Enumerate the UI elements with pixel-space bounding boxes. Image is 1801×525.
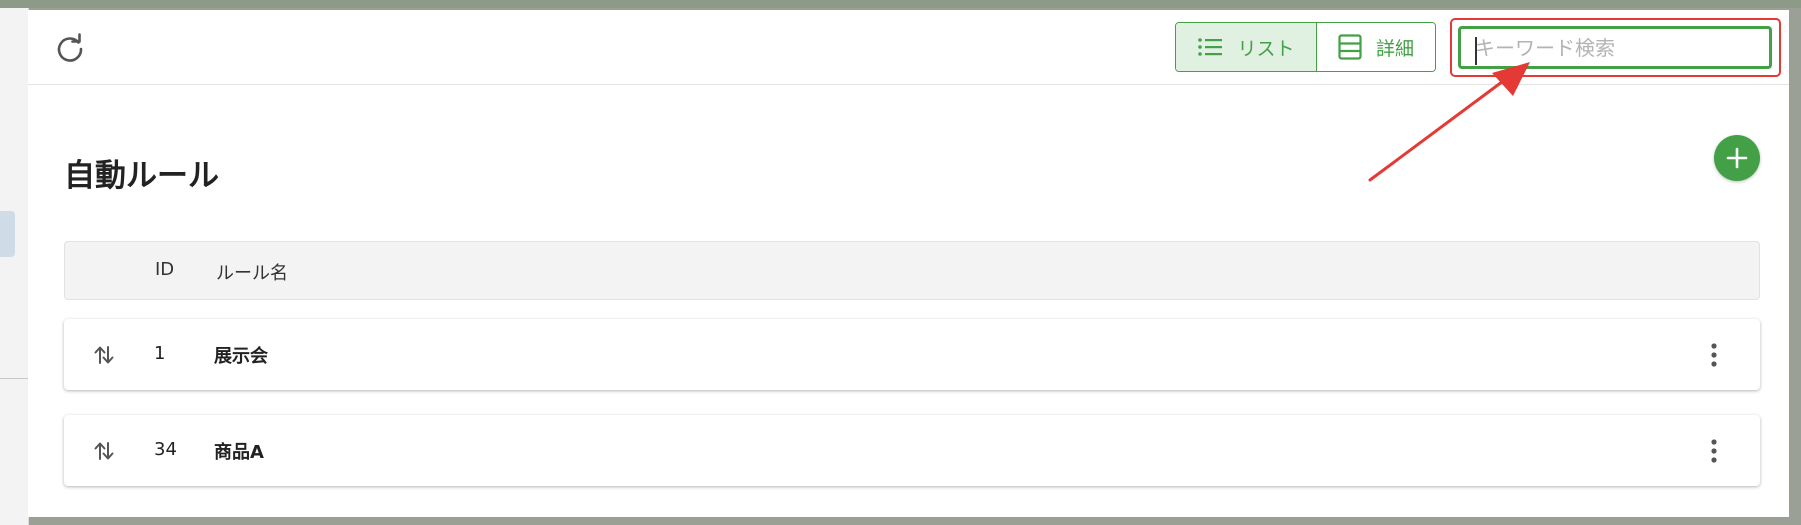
more-options-button[interactable] bbox=[1702, 341, 1726, 369]
more-options-button[interactable] bbox=[1702, 437, 1726, 465]
left-sidebar bbox=[0, 8, 29, 525]
column-header-id: ID bbox=[155, 259, 175, 280]
row-name[interactable]: 商品A bbox=[214, 438, 264, 464]
row-id: 1 bbox=[154, 343, 166, 364]
refresh-icon bbox=[57, 33, 83, 62]
search-highlight bbox=[1450, 18, 1781, 77]
detail-view-button[interactable]: 詳細 bbox=[1317, 23, 1435, 71]
refresh-button[interactable] bbox=[54, 33, 86, 65]
sort-arrows-icon bbox=[94, 346, 114, 364]
toolbar: リスト 詳細 bbox=[28, 10, 1789, 85]
list-view-button[interactable]: リスト bbox=[1176, 23, 1317, 71]
table-row[interactable]: 1 展示会 bbox=[64, 319, 1760, 390]
plus-icon bbox=[1726, 147, 1748, 169]
row-id: 34 bbox=[154, 439, 177, 460]
view-toggle: リスト 詳細 bbox=[1175, 22, 1436, 72]
list-view-label: リスト bbox=[1237, 37, 1295, 60]
main-panel: リスト 詳細 自動ルール ID ルール名 bbox=[28, 10, 1789, 517]
detail-view-label: 詳細 bbox=[1375, 37, 1414, 60]
sidebar-tab[interactable] bbox=[0, 211, 15, 257]
search-input[interactable] bbox=[1458, 26, 1772, 69]
text-caret bbox=[1475, 37, 1477, 65]
add-rule-button[interactable] bbox=[1714, 135, 1760, 181]
sort-arrows-icon bbox=[94, 442, 114, 460]
detail-view-icon bbox=[1338, 34, 1362, 60]
column-header-name: ルール名 bbox=[216, 263, 288, 284]
drag-handle[interactable] bbox=[92, 439, 116, 463]
row-name[interactable]: 展示会 bbox=[214, 342, 268, 368]
drag-handle[interactable] bbox=[92, 343, 116, 367]
more-vert-icon bbox=[1711, 343, 1717, 367]
table-row[interactable]: 34 商品A bbox=[64, 415, 1760, 486]
more-vert-icon bbox=[1711, 439, 1717, 463]
sidebar-divider bbox=[0, 378, 28, 379]
table-header: ID ルール名 bbox=[64, 241, 1760, 300]
list-icon bbox=[1198, 38, 1223, 56]
page-title: 自動ルール bbox=[64, 158, 219, 194]
window-top-border bbox=[0, 0, 1801, 8]
